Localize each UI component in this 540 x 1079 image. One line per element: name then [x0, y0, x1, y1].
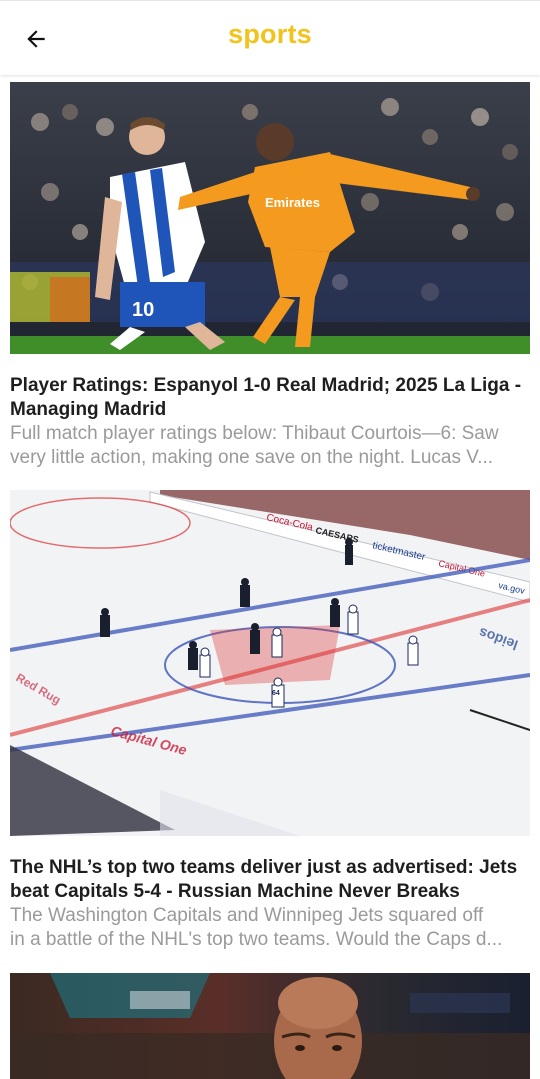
article-image-2[interactable]: Coca-Cola CAESARS ticketmaster Capital O…: [10, 490, 530, 836]
article-excerpt-1-line2: very little action, making one save on t…: [10, 447, 494, 468]
article-image-1[interactable]: 10 Emirates: [10, 82, 530, 354]
top-app-bar: sports: [0, 0, 540, 75]
article-image-3[interactable]: [10, 973, 530, 1079]
article-title-1[interactable]: Player Ratings: Espanyol 1-0 Real Madrid…: [10, 374, 530, 422]
app-screen: sports 10 Emirates Player Ratings: Espan…: [0, 0, 540, 1079]
page-title: sports: [228, 19, 312, 49]
jersey-number: 10: [132, 299, 154, 321]
shirt-sponsor: Emirates: [265, 195, 320, 210]
article-title-2[interactable]: The NHL’s top two teams deliver just as …: [10, 856, 530, 904]
article-excerpt-2-line1: The Washington Capitals and Winnipeg Jet…: [10, 905, 484, 926]
article-excerpt-2-line2: in a battle of the NHL's top two teams. …: [10, 929, 503, 950]
article-feed[interactable]: 10 Emirates Player Ratings: Espanyol 1-0…: [0, 74, 540, 1079]
basketball-player-photo: [10, 973, 530, 1079]
article-card-3[interactable]: [10, 973, 530, 1079]
hockey-rink-photo: Coca-Cola CAESARS ticketmaster Capital O…: [10, 490, 530, 836]
player-number-64: 64: [272, 690, 280, 697]
article-excerpt-1-line1: Full match player ratings below: Thibaut…: [10, 423, 499, 444]
soccer-match-photo: 10 Emirates: [10, 82, 530, 354]
article-card-2[interactable]: Coca-Cola CAESARS ticketmaster Capital O…: [10, 490, 530, 952]
article-card-1[interactable]: 10 Emirates Player Ratings: Espanyol 1-0…: [10, 82, 530, 470]
